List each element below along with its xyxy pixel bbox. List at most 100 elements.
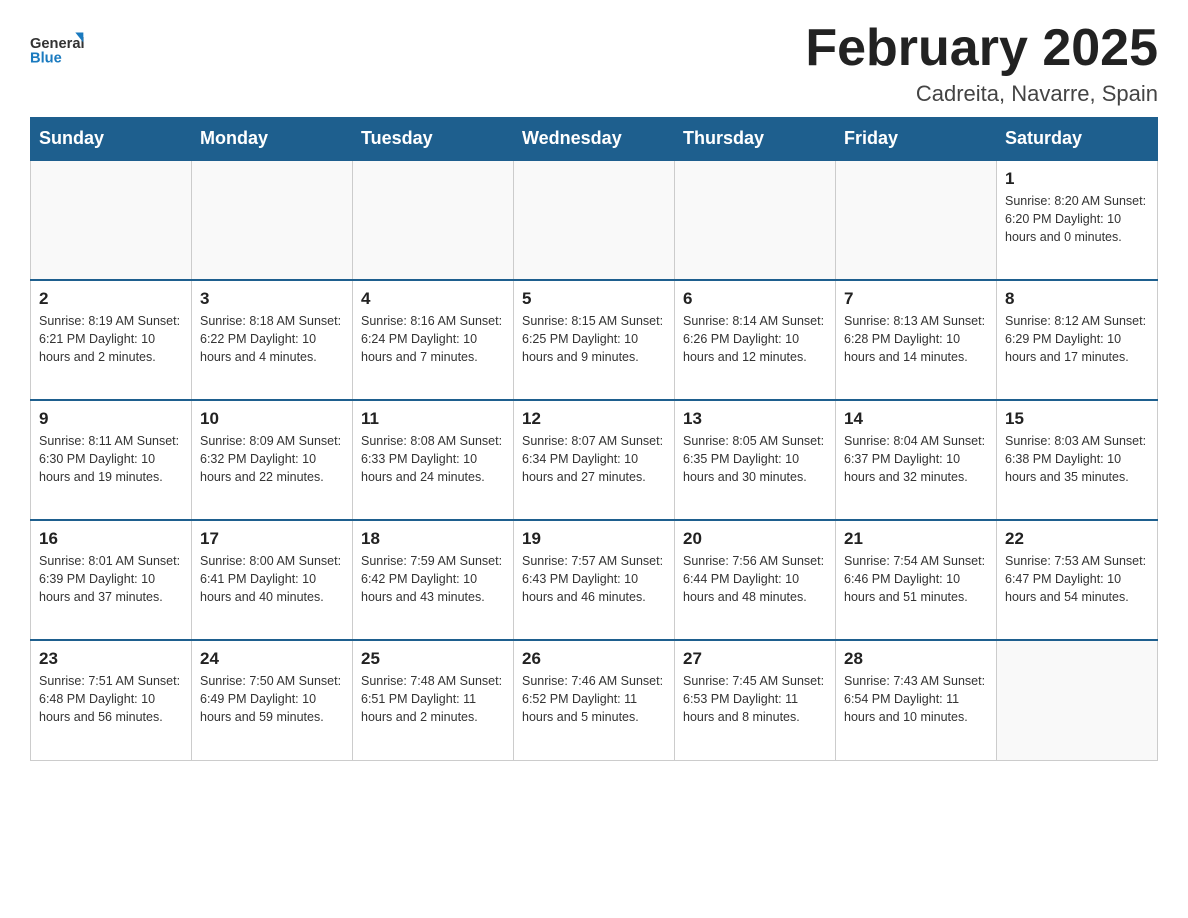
col-thursday: Thursday: [675, 118, 836, 161]
calendar-cell: [997, 640, 1158, 760]
day-info: Sunrise: 8:04 AM Sunset: 6:37 PM Dayligh…: [844, 432, 988, 486]
calendar-cell: 15 Sunrise: 8:03 AM Sunset: 6:38 PM Dayli…: [997, 400, 1158, 520]
day-number: 2: [39, 289, 183, 309]
calendar-week-3: 9Sunrise: 8:11 AM Sunset: 6:30 PM Daylig…: [31, 400, 1158, 520]
day-info: Sunrise: 8:12 AM Sunset: 6:29 PM Dayligh…: [1005, 312, 1149, 366]
day-number: 11: [361, 409, 505, 429]
day-number: 23: [39, 649, 183, 669]
calendar-cell: 28 Sunrise: 7:43 AM Sunset: 6:54 PM Dayli…: [836, 640, 997, 760]
calendar-cell: 5 Sunrise: 8:15 AM Sunset: 6:25 PM Daylig…: [514, 280, 675, 400]
calendar-body: 1 Sunrise: 8:20 AM Sunset: 6:20 PM Daylig…: [31, 160, 1158, 760]
col-friday: Friday: [836, 118, 997, 161]
calendar-header: Sunday Monday Tuesday Wednesday Thursday…: [31, 118, 1158, 161]
day-number: 5: [522, 289, 666, 309]
calendar-cell: 25Sunrise: 7:48 AM Sunset: 6:51 PM Dayli…: [353, 640, 514, 760]
day-number: 14: [844, 409, 988, 429]
col-sunday: Sunday: [31, 118, 192, 161]
day-number: 19: [522, 529, 666, 549]
calendar-cell: 8 Sunrise: 8:12 AM Sunset: 6:29 PM Daylig…: [997, 280, 1158, 400]
day-number: 26: [522, 649, 666, 669]
day-info: Sunrise: 8:14 AM Sunset: 6:26 PM Dayligh…: [683, 312, 827, 366]
svg-text:General: General: [30, 36, 85, 52]
calendar-cell: 11 Sunrise: 8:08 AM Sunset: 6:33 PM Dayli…: [353, 400, 514, 520]
calendar-cell: [675, 160, 836, 280]
calendar-cell: [836, 160, 997, 280]
logo-svg: General Blue: [30, 20, 90, 75]
calendar-cell: 23Sunrise: 7:51 AM Sunset: 6:48 PM Dayli…: [31, 640, 192, 760]
calendar-table: Sunday Monday Tuesday Wednesday Thursday…: [30, 117, 1158, 761]
header-row: Sunday Monday Tuesday Wednesday Thursday…: [31, 118, 1158, 161]
calendar-cell: 21Sunrise: 7:54 AM Sunset: 6:46 PM Dayli…: [836, 520, 997, 640]
day-info: Sunrise: 7:54 AM Sunset: 6:46 PM Dayligh…: [844, 552, 988, 606]
day-number: 28: [844, 649, 988, 669]
col-saturday: Saturday: [997, 118, 1158, 161]
calendar-cell: 9Sunrise: 8:11 AM Sunset: 6:30 PM Daylig…: [31, 400, 192, 520]
day-info: Sunrise: 8:01 AM Sunset: 6:39 PM Dayligh…: [39, 552, 183, 606]
day-number: 6: [683, 289, 827, 309]
day-info: Sunrise: 8:16 AM Sunset: 6:24 PM Dayligh…: [361, 312, 505, 366]
calendar-cell: 10 Sunrise: 8:09 AM Sunset: 6:32 PM Dayli…: [192, 400, 353, 520]
logo: General Blue: [30, 20, 90, 80]
calendar-cell: 17 Sunrise: 8:00 AM Sunset: 6:41 PM Dayli…: [192, 520, 353, 640]
day-info: Sunrise: 8:13 AM Sunset: 6:28 PM Dayligh…: [844, 312, 988, 366]
col-tuesday: Tuesday: [353, 118, 514, 161]
svg-text:Blue: Blue: [30, 51, 62, 67]
day-info: Sunrise: 8:07 AM Sunset: 6:34 PM Dayligh…: [522, 432, 666, 486]
calendar-cell: 20 Sunrise: 7:56 AM Sunset: 6:44 PM Dayli…: [675, 520, 836, 640]
day-info: Sunrise: 8:08 AM Sunset: 6:33 PM Dayligh…: [361, 432, 505, 486]
calendar-cell: 7 Sunrise: 8:13 AM Sunset: 6:28 PM Daylig…: [836, 280, 997, 400]
day-info: Sunrise: 7:50 AM Sunset: 6:49 PM Dayligh…: [200, 672, 344, 726]
calendar-cell: 27Sunrise: 7:45 AM Sunset: 6:53 PM Dayli…: [675, 640, 836, 760]
day-number: 18: [361, 529, 505, 549]
day-number: 3: [200, 289, 344, 309]
calendar-cell: [353, 160, 514, 280]
day-number: 27: [683, 649, 827, 669]
calendar-cell: 16 Sunrise: 8:01 AM Sunset: 6:39 PM Dayli…: [31, 520, 192, 640]
calendar-cell: 6 Sunrise: 8:14 AM Sunset: 6:26 PM Daylig…: [675, 280, 836, 400]
calendar-cell: 12Sunrise: 8:07 AM Sunset: 6:34 PM Dayli…: [514, 400, 675, 520]
day-info: Sunrise: 8:20 AM Sunset: 6:20 PM Dayligh…: [1005, 192, 1149, 246]
calendar-title: February 2025: [805, 20, 1158, 77]
day-info: Sunrise: 7:46 AM Sunset: 6:52 PM Dayligh…: [522, 672, 666, 726]
calendar-cell: 26 Sunrise: 7:46 AM Sunset: 6:52 PM Dayli…: [514, 640, 675, 760]
day-info: Sunrise: 7:53 AM Sunset: 6:47 PM Dayligh…: [1005, 552, 1149, 606]
calendar-week-5: 23Sunrise: 7:51 AM Sunset: 6:48 PM Dayli…: [31, 640, 1158, 760]
day-number: 7: [844, 289, 988, 309]
calendar-cell: 14 Sunrise: 8:04 AM Sunset: 6:37 PM Dayli…: [836, 400, 997, 520]
calendar-week-2: 2Sunrise: 8:19 AM Sunset: 6:21 PM Daylig…: [31, 280, 1158, 400]
calendar-cell: [192, 160, 353, 280]
day-number: 8: [1005, 289, 1149, 309]
day-number: 1: [1005, 169, 1149, 189]
calendar-cell: 3 Sunrise: 8:18 AM Sunset: 6:22 PM Daylig…: [192, 280, 353, 400]
day-info: Sunrise: 8:09 AM Sunset: 6:32 PM Dayligh…: [200, 432, 344, 486]
day-info: Sunrise: 7:56 AM Sunset: 6:44 PM Dayligh…: [683, 552, 827, 606]
day-info: Sunrise: 8:18 AM Sunset: 6:22 PM Dayligh…: [200, 312, 344, 366]
day-number: 15: [1005, 409, 1149, 429]
day-number: 16: [39, 529, 183, 549]
day-info: Sunrise: 7:43 AM Sunset: 6:54 PM Dayligh…: [844, 672, 988, 726]
calendar-cell: 1 Sunrise: 8:20 AM Sunset: 6:20 PM Daylig…: [997, 160, 1158, 280]
day-info: Sunrise: 8:05 AM Sunset: 6:35 PM Dayligh…: [683, 432, 827, 486]
calendar-subtitle: Cadreita, Navarre, Spain: [805, 81, 1158, 107]
calendar-week-4: 16 Sunrise: 8:01 AM Sunset: 6:39 PM Dayli…: [31, 520, 1158, 640]
calendar-cell: 4Sunrise: 8:16 AM Sunset: 6:24 PM Daylig…: [353, 280, 514, 400]
calendar-cell: 13Sunrise: 8:05 AM Sunset: 6:35 PM Dayli…: [675, 400, 836, 520]
calendar-cell: [31, 160, 192, 280]
day-number: 22: [1005, 529, 1149, 549]
day-number: 17: [200, 529, 344, 549]
day-info: Sunrise: 8:15 AM Sunset: 6:25 PM Dayligh…: [522, 312, 666, 366]
title-block: February 2025 Cadreita, Navarre, Spain: [805, 20, 1158, 107]
logo-text-block: General Blue: [30, 20, 90, 80]
day-info: Sunrise: 8:00 AM Sunset: 6:41 PM Dayligh…: [200, 552, 344, 606]
calendar-cell: [514, 160, 675, 280]
day-info: Sunrise: 8:03 AM Sunset: 6:38 PM Dayligh…: [1005, 432, 1149, 486]
col-monday: Monday: [192, 118, 353, 161]
calendar-cell: 2Sunrise: 8:19 AM Sunset: 6:21 PM Daylig…: [31, 280, 192, 400]
day-number: 9: [39, 409, 183, 429]
page-header: General Blue February 2025 Cadreita, Nav…: [30, 20, 1158, 107]
day-number: 10: [200, 409, 344, 429]
day-info: Sunrise: 7:59 AM Sunset: 6:42 PM Dayligh…: [361, 552, 505, 606]
day-number: 24: [200, 649, 344, 669]
day-number: 20: [683, 529, 827, 549]
day-info: Sunrise: 7:57 AM Sunset: 6:43 PM Dayligh…: [522, 552, 666, 606]
